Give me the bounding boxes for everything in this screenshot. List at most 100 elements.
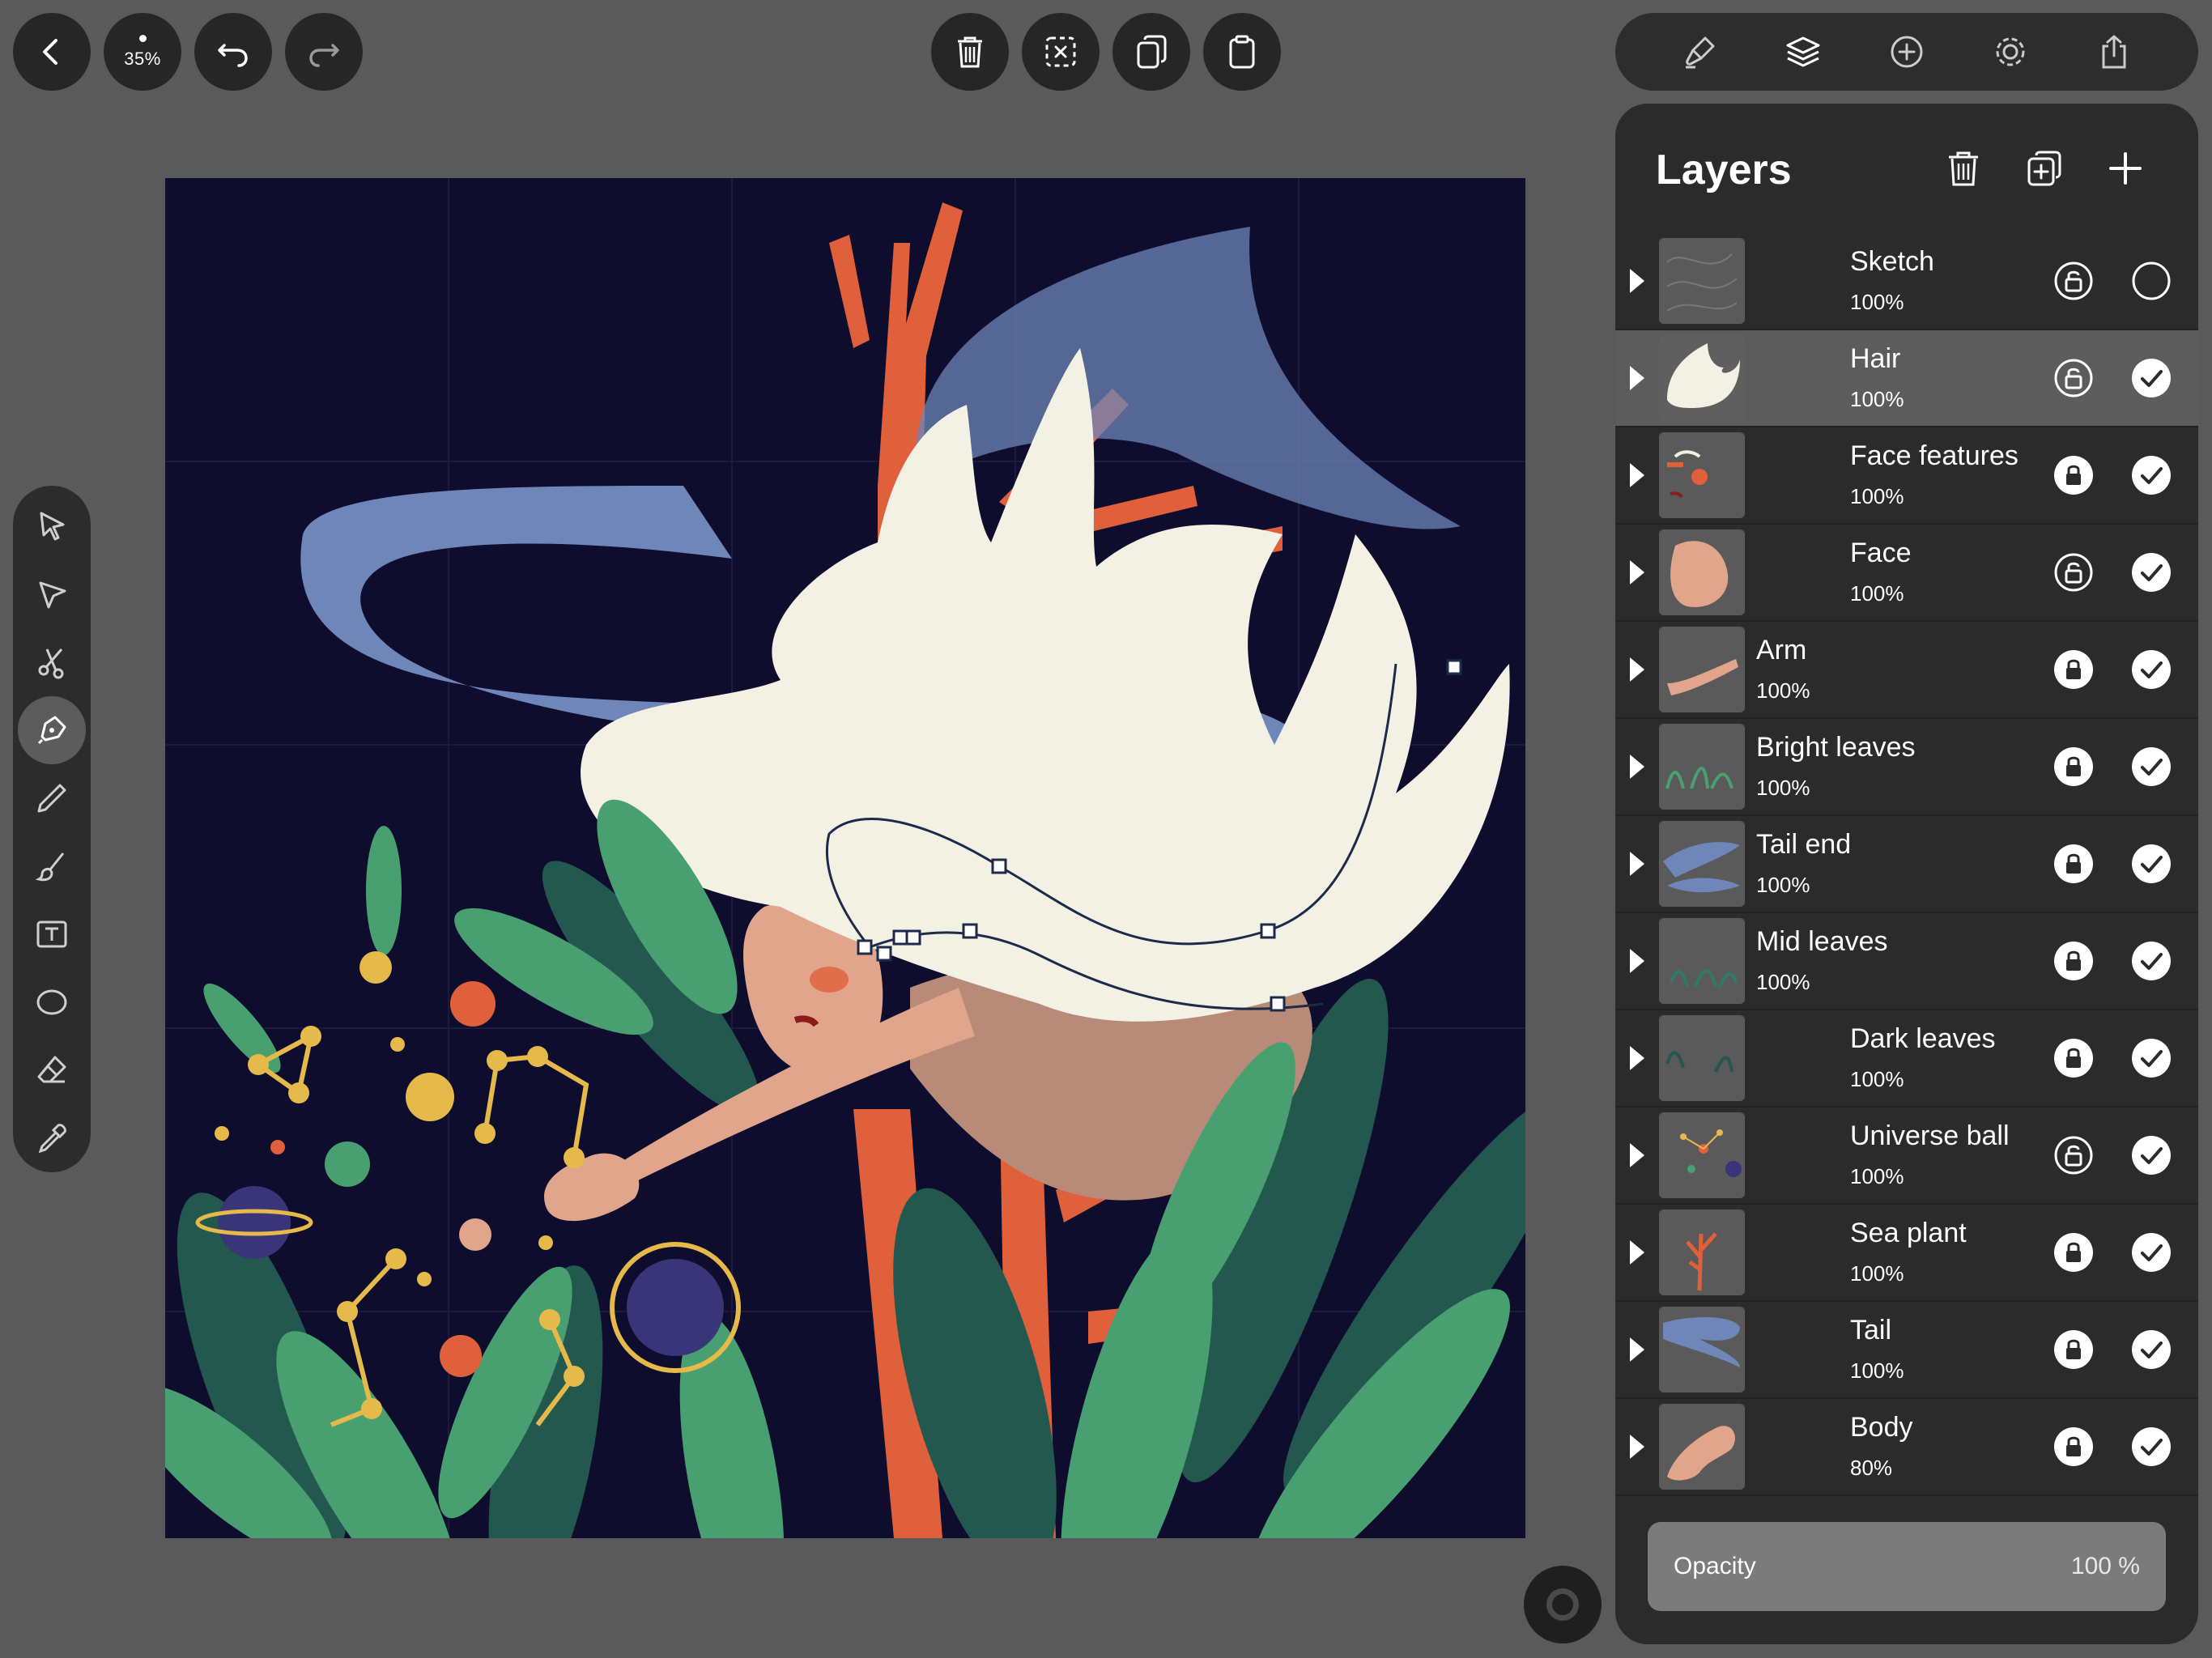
visibility-checked-icon[interactable]: [2130, 551, 2172, 593]
lock-open-icon[interactable]: [2052, 1134, 2095, 1176]
disclosure-triangle-icon[interactable]: [1630, 657, 1644, 682]
visibility-checked-icon[interactable]: [2130, 1426, 2172, 1468]
visibility-checked-icon[interactable]: [2130, 454, 2172, 496]
duplicate-layer-button[interactable]: [2020, 144, 2069, 193]
visibility-unchecked-icon[interactable]: [2130, 260, 2172, 302]
disclosure-triangle-icon[interactable]: [1630, 852, 1644, 876]
redo-button[interactable]: [285, 13, 363, 91]
layer-thumbnail: [1659, 1209, 1745, 1295]
lock-open-icon[interactable]: [2052, 357, 2095, 399]
lock-closed-icon[interactable]: [2052, 454, 2095, 496]
layer-row[interactable]: Bright leaves 100%: [1615, 719, 2198, 816]
text-tool[interactable]: [18, 900, 86, 968]
lock-closed-icon[interactable]: [2052, 1426, 2095, 1468]
opacity-slider[interactable]: Opacity 100 %: [1648, 1522, 2166, 1611]
layer-name: Face: [1850, 538, 1912, 568]
layer-row[interactable]: Face 100%: [1615, 525, 2198, 622]
lock-open-icon[interactable]: [2052, 260, 2095, 302]
share-button[interactable]: [2094, 32, 2134, 72]
visibility-checked-icon[interactable]: [2130, 940, 2172, 982]
layer-opacity: 100%: [1850, 1067, 1904, 1091]
layer-row[interactable]: Hair 100%: [1615, 330, 2198, 427]
layer-row[interactable]: Mid leaves 100%: [1615, 913, 2198, 1010]
disclosure-triangle-icon[interactable]: [1630, 1337, 1644, 1362]
layer-opacity: 100%: [1850, 581, 1904, 606]
layer-row[interactable]: Tail 100%: [1615, 1302, 2198, 1399]
layer-thumbnail: [1659, 335, 1745, 421]
layer-row[interactable]: Sea plant 100%: [1615, 1205, 2198, 1302]
lock-closed-icon[interactable]: [2052, 940, 2095, 982]
eyedropper-tool[interactable]: [18, 1104, 86, 1172]
plus-icon: [2109, 152, 2142, 185]
layers-button[interactable]: [1783, 32, 1823, 72]
color-ring-icon: [1546, 1588, 1579, 1621]
pencil-tool[interactable]: [18, 764, 86, 832]
tool-palette: [13, 486, 91, 1172]
disclosure-triangle-icon[interactable]: [1630, 463, 1644, 487]
direct-select-tool[interactable]: [18, 560, 86, 628]
visibility-checked-icon[interactable]: [2130, 843, 2172, 885]
layer-row[interactable]: Tail end 100%: [1615, 816, 2198, 913]
layer-row[interactable]: Dark leaves 100%: [1615, 1010, 2198, 1107]
lock-closed-icon[interactable]: [2052, 648, 2095, 691]
deselect-button[interactable]: [1022, 13, 1100, 91]
layer-row[interactable]: Universe ball 100%: [1615, 1107, 2198, 1205]
lock-closed-icon[interactable]: [2052, 746, 2095, 788]
disclosure-triangle-icon[interactable]: [1630, 755, 1644, 779]
back-button[interactable]: [13, 13, 91, 91]
visibility-checked-icon[interactable]: [2130, 648, 2172, 691]
direct-select-icon: [39, 581, 66, 609]
disclosure-triangle-icon[interactable]: [1630, 1143, 1644, 1167]
add-layer-button[interactable]: [2101, 144, 2150, 193]
disclosure-triangle-icon[interactable]: [1630, 1240, 1644, 1265]
layer-row[interactable]: Arm 100%: [1615, 622, 2198, 719]
disclosure-triangle-icon[interactable]: [1630, 1435, 1644, 1459]
brush-settings-button[interactable]: [1679, 32, 1720, 72]
zoom-button[interactable]: 35%: [104, 13, 181, 91]
layer-opacity: 80%: [1850, 1456, 1893, 1480]
disclosure-triangle-icon[interactable]: [1630, 1046, 1644, 1070]
visibility-checked-icon[interactable]: [2130, 1037, 2172, 1079]
layer-name: Tail end: [1756, 829, 1852, 860]
layer-thumbnail: [1659, 627, 1745, 712]
pen-icon: [37, 716, 66, 745]
layer-opacity: 100%: [1756, 776, 1810, 800]
duplicate-button[interactable]: [1112, 13, 1190, 91]
pen-tool[interactable]: [18, 696, 86, 764]
settings-button[interactable]: [1990, 32, 2031, 72]
lock-open-icon[interactable]: [2052, 551, 2095, 593]
disclosure-triangle-icon[interactable]: [1630, 560, 1644, 585]
layer-row[interactable]: Body 80%: [1615, 1399, 2198, 1496]
delete-layer-button[interactable]: [1939, 144, 1988, 193]
visibility-checked-icon[interactable]: [2130, 357, 2172, 399]
disclosure-triangle-icon[interactable]: [1630, 949, 1644, 973]
trash-icon: [1949, 151, 1978, 186]
layer-row[interactable]: Sketch 100%: [1615, 233, 2198, 330]
delete-button[interactable]: [931, 13, 1009, 91]
color-well-button[interactable]: [1524, 1566, 1602, 1643]
layer-name: Sea plant: [1850, 1218, 1967, 1248]
selection-tool[interactable]: [18, 492, 86, 560]
lock-closed-icon[interactable]: [2052, 843, 2095, 885]
zoom-indicator-dot: [138, 34, 147, 42]
undo-button[interactable]: [194, 13, 272, 91]
visibility-checked-icon[interactable]: [2130, 1231, 2172, 1273]
add-button[interactable]: [1887, 32, 1927, 72]
lock-closed-icon[interactable]: [2052, 1037, 2095, 1079]
disclosure-triangle-icon[interactable]: [1630, 366, 1644, 390]
visibility-checked-icon[interactable]: [2130, 1329, 2172, 1371]
scissors-tool[interactable]: [18, 628, 86, 696]
lock-closed-icon[interactable]: [2052, 1329, 2095, 1371]
artwork-canvas[interactable]: [165, 178, 1525, 1538]
brush-tool[interactable]: [18, 832, 86, 900]
ellipse-tool[interactable]: [18, 968, 86, 1036]
lock-closed-icon[interactable]: [2052, 1231, 2095, 1273]
paste-button[interactable]: [1203, 13, 1281, 91]
visibility-checked-icon[interactable]: [2130, 1134, 2172, 1176]
layer-row[interactable]: Face features 100%: [1615, 427, 2198, 525]
disclosure-triangle-icon[interactable]: [1630, 269, 1644, 293]
visibility-checked-icon[interactable]: [2130, 746, 2172, 788]
eraser-tool[interactable]: [18, 1036, 86, 1104]
add-icon: [1891, 36, 1923, 68]
text-icon: [36, 920, 67, 948]
